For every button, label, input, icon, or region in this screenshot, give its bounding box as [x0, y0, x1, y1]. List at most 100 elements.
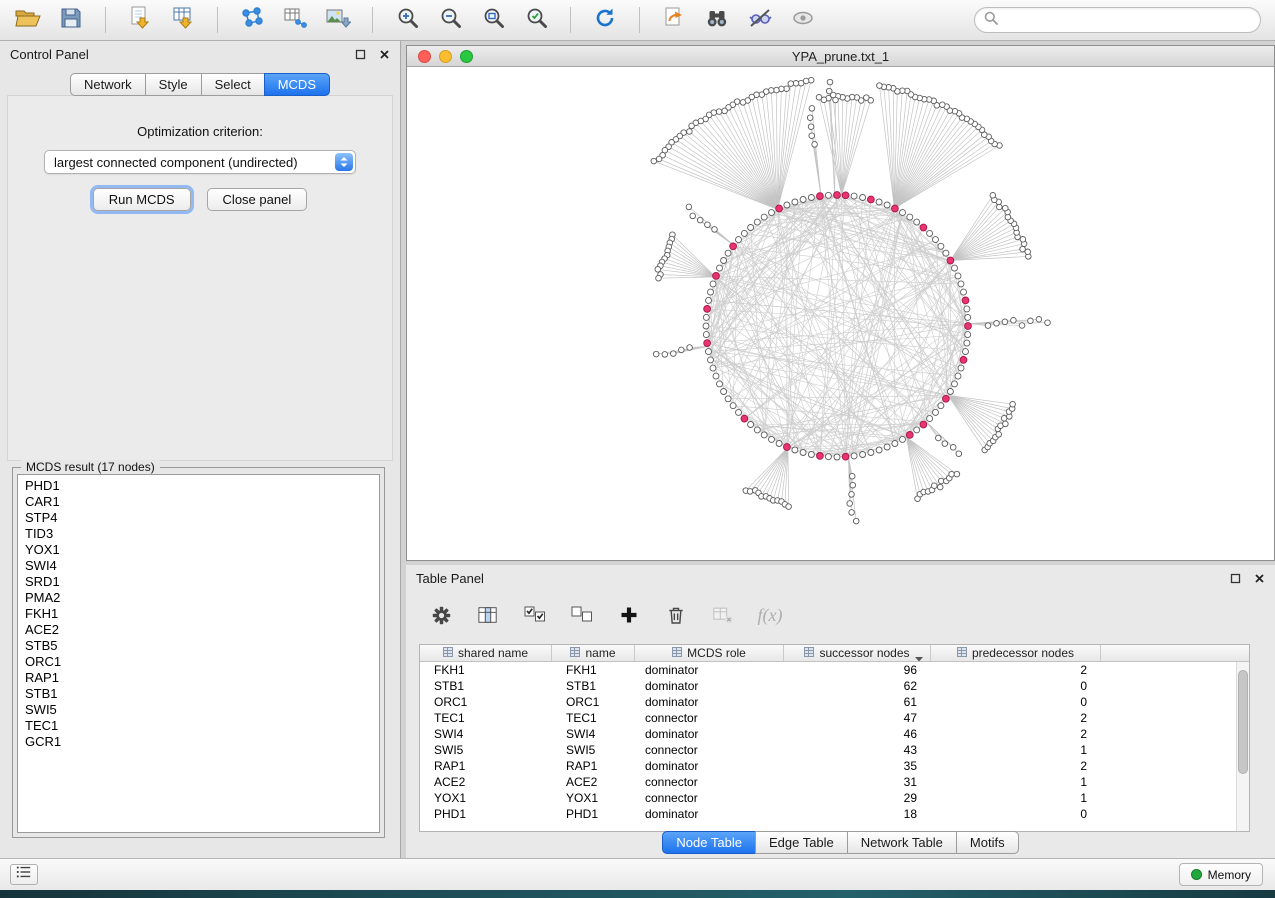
table-cell[interactable]: RAP1 [420, 759, 552, 773]
table-row[interactable]: STB1STB1dominator620 [420, 678, 1236, 694]
mcds-result-item[interactable]: YOX1 [18, 542, 379, 558]
column-header-shared-name[interactable]: shared name [420, 645, 552, 662]
float-panel-button[interactable] [1229, 572, 1241, 584]
column-header-successor-nodes[interactable]: successor nodes [784, 645, 931, 662]
table-cell[interactable]: TEC1 [552, 711, 635, 725]
table-cell[interactable]: SWI4 [420, 727, 552, 741]
mcds-result-item[interactable]: FKH1 [18, 606, 379, 622]
toggle-graphics-details-button[interactable] [742, 4, 778, 36]
table-cell[interactable]: connector [635, 743, 784, 757]
network-from-table-button[interactable] [277, 4, 313, 36]
mcds-result-item[interactable]: STB5 [18, 638, 379, 654]
table-row[interactable]: YOX1YOX1connector291 [420, 790, 1236, 806]
memory-button[interactable]: Memory [1179, 863, 1263, 886]
mcds-result-item[interactable]: GCR1 [18, 734, 379, 750]
export-image-button[interactable] [320, 4, 356, 36]
table-cell[interactable]: dominator [635, 807, 784, 821]
table-cell[interactable]: ACE2 [552, 775, 635, 789]
new-network-button[interactable] [234, 4, 270, 36]
table-cell[interactable]: PHD1 [552, 807, 635, 821]
table-cell[interactable]: 2 [931, 759, 1101, 773]
table-cell[interactable]: 31 [784, 775, 931, 789]
table-cell[interactable]: ACE2 [420, 775, 552, 789]
table-cell[interactable]: 43 [784, 743, 931, 757]
table-row[interactable]: SWI5SWI5connector431 [420, 742, 1236, 758]
zoom-selected-button[interactable] [518, 4, 554, 36]
table-cell[interactable]: 61 [784, 695, 931, 709]
tab-motifs[interactable]: Motifs [956, 831, 1019, 854]
close-panel-button[interactable]: Close panel [207, 188, 308, 211]
table-cell[interactable]: 18 [784, 807, 931, 821]
table-cell[interactable]: PHD1 [420, 807, 552, 821]
delete-column-button[interactable] [665, 604, 687, 626]
column-header-name[interactable]: name [552, 645, 635, 662]
mcds-result-item[interactable]: ACE2 [18, 622, 379, 638]
table-cell[interactable]: dominator [635, 759, 784, 773]
tab-select[interactable]: Select [201, 73, 265, 96]
table-cell[interactable]: SWI4 [552, 727, 635, 741]
table-cell[interactable]: 0 [931, 695, 1101, 709]
close-window-button[interactable] [418, 50, 431, 63]
table-cell[interactable]: 2 [931, 663, 1101, 677]
table-scrollbar[interactable] [1236, 662, 1249, 831]
table-cell[interactable]: 0 [931, 807, 1101, 821]
open-network-web-button[interactable] [656, 4, 692, 36]
table-cell[interactable]: connector [635, 791, 784, 805]
table-cell[interactable]: connector [635, 711, 784, 725]
search-input[interactable] [1004, 13, 1251, 28]
select-all-columns-button[interactable] [524, 604, 546, 626]
zoom-in-button[interactable] [389, 4, 425, 36]
column-header-mcds-role[interactable]: MCDS role [635, 645, 784, 662]
table-cell[interactable]: 1 [931, 743, 1101, 757]
create-column-button[interactable] [618, 604, 640, 626]
import-network-file-button[interactable] [122, 4, 158, 36]
open-session-button[interactable] [10, 4, 46, 36]
apply-function-button[interactable]: f(x) [759, 604, 781, 626]
minimize-window-button[interactable] [439, 50, 452, 63]
mcds-result-item[interactable]: STP4 [18, 510, 379, 526]
table-cell[interactable]: FKH1 [552, 663, 635, 677]
table-cell[interactable]: SWI5 [552, 743, 635, 757]
table-cell[interactable]: SWI5 [420, 743, 552, 757]
table-cell[interactable]: connector [635, 775, 784, 789]
network-window-titlebar[interactable]: YPA_prune.txt_1 [407, 46, 1274, 67]
table-cell[interactable]: 1 [931, 775, 1101, 789]
maximize-window-button[interactable] [460, 50, 473, 63]
column-header-predecessor-nodes[interactable]: predecessor nodes [931, 645, 1101, 662]
close-icon[interactable] [378, 48, 390, 60]
table-cell[interactable]: 96 [784, 663, 931, 677]
tab-network-table[interactable]: Network Table [847, 831, 957, 854]
table-cell[interactable]: dominator [635, 695, 784, 709]
table-cell[interactable]: STB1 [420, 679, 552, 693]
table-cell[interactable]: 1 [931, 791, 1101, 805]
table-row[interactable]: ORC1ORC1dominator610 [420, 694, 1236, 710]
close-icon[interactable] [1253, 572, 1265, 584]
show-columns-button[interactable] [477, 604, 499, 626]
table-cell[interactable]: 35 [784, 759, 931, 773]
table-cell[interactable]: 46 [784, 727, 931, 741]
tab-edge-table[interactable]: Edge Table [755, 831, 848, 854]
show-hide-details-button[interactable] [785, 4, 821, 36]
mcds-result-item[interactable]: ORC1 [18, 654, 379, 670]
table-row[interactable]: PHD1PHD1dominator180 [420, 806, 1236, 822]
tab-style[interactable]: Style [145, 73, 202, 96]
table-cell[interactable]: ORC1 [552, 695, 635, 709]
apply-layout-button[interactable] [587, 4, 623, 36]
table-cell[interactable]: FKH1 [420, 663, 552, 677]
table-cell[interactable]: dominator [635, 727, 784, 741]
global-search-field[interactable] [974, 7, 1261, 33]
zoom-fit-button[interactable] [475, 4, 511, 36]
mcds-result-item[interactable]: PMA2 [18, 590, 379, 606]
table-cell[interactable]: TEC1 [420, 711, 552, 725]
tab-mcds[interactable]: MCDS [264, 73, 330, 96]
mcds-result-item[interactable]: SWI4 [18, 558, 379, 574]
mcds-result-item[interactable]: RAP1 [18, 670, 379, 686]
float-panel-button[interactable] [354, 48, 366, 60]
mcds-result-item[interactable]: TID3 [18, 526, 379, 542]
table-cell[interactable]: ORC1 [420, 695, 552, 709]
network-canvas[interactable] [407, 67, 1274, 560]
zoom-out-button[interactable] [432, 4, 468, 36]
tab-node-table[interactable]: Node Table [662, 831, 756, 854]
delete-table-button[interactable] [712, 604, 734, 626]
mcds-result-item[interactable]: SWI5 [18, 702, 379, 718]
